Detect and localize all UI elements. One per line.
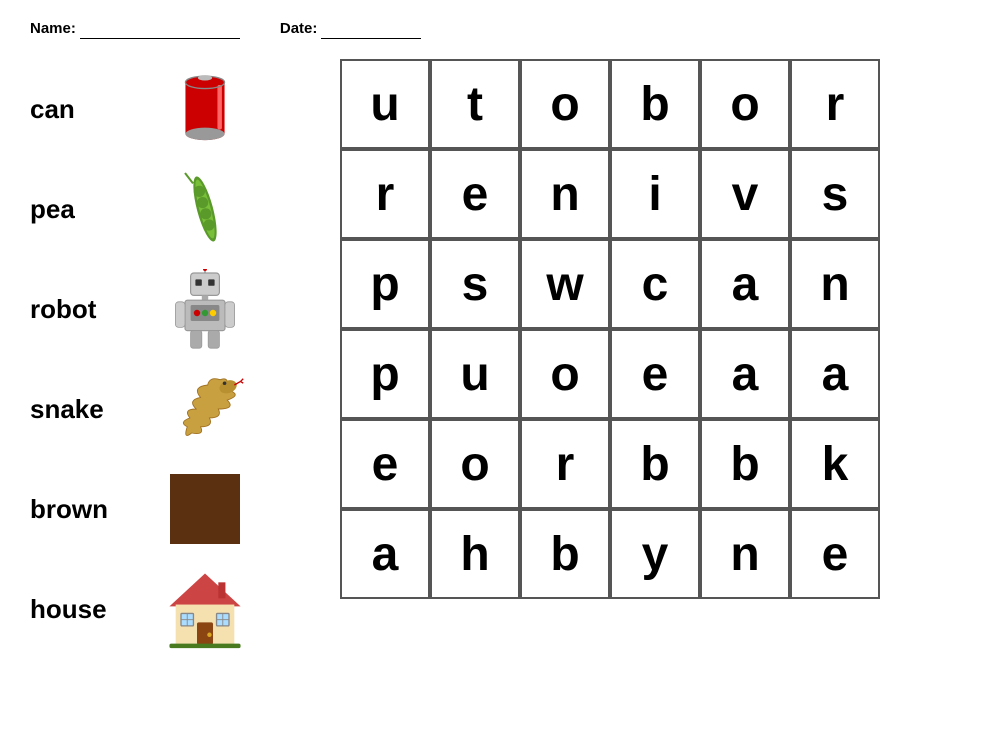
grid-cell-5-4[interactable]: n <box>700 509 790 599</box>
main-content: can <box>30 59 970 659</box>
header: Name: Date: <box>30 20 970 39</box>
grid-cell-5-2[interactable]: b <box>520 509 610 599</box>
word-house: house <box>30 594 150 625</box>
grid-cell-0-3[interactable]: b <box>610 59 700 149</box>
grid-cell-2-0[interactable]: p <box>340 239 430 329</box>
grid-cell-5-3[interactable]: y <box>610 509 700 599</box>
grid-cell-2-3[interactable]: c <box>610 239 700 329</box>
grid-cell-0-0[interactable]: u <box>340 59 430 149</box>
grid-cell-3-1[interactable]: u <box>430 329 520 419</box>
date-label: Date: <box>280 20 318 37</box>
word-search-grid: utoborrenivspswcanpuoeaaeorbbkahbyne <box>340 59 970 599</box>
word-row-pea: pea <box>30 159 310 259</box>
grid-cell-0-1[interactable]: t <box>430 59 520 149</box>
date-line[interactable] <box>321 20 421 39</box>
grid-cell-4-2[interactable]: r <box>520 419 610 509</box>
grid-cell-4-5[interactable]: k <box>790 419 880 509</box>
grid-cell-4-1[interactable]: o <box>430 419 520 509</box>
grid-cell-3-0[interactable]: p <box>340 329 430 419</box>
grid-cell-0-2[interactable]: o <box>520 59 610 149</box>
grid-cell-4-3[interactable]: b <box>610 419 700 509</box>
grid-cell-1-5[interactable]: s <box>790 149 880 239</box>
image-brown <box>150 464 260 554</box>
grid-cell-2-4[interactable]: a <box>700 239 790 329</box>
grid-cell-1-3[interactable]: i <box>610 149 700 239</box>
grid-cell-0-4[interactable]: o <box>700 59 790 149</box>
grid-cell-1-1[interactable]: e <box>430 149 520 239</box>
grid-cell-4-4[interactable]: b <box>700 419 790 509</box>
word-can: can <box>30 94 150 125</box>
grid-cell-1-4[interactable]: v <box>700 149 790 239</box>
grid-cell-3-4[interactable]: a <box>700 329 790 419</box>
word-pea: pea <box>30 194 150 225</box>
grid-cell-1-2[interactable]: n <box>520 149 610 239</box>
page: Name: Date: can <box>0 0 1000 750</box>
image-pea <box>150 164 260 254</box>
grid-cell-1-0[interactable]: r <box>340 149 430 239</box>
date-field: Date: <box>280 20 422 39</box>
grid-cell-2-5[interactable]: n <box>790 239 880 329</box>
grid-cell-3-5[interactable]: a <box>790 329 880 419</box>
grid-cell-5-5[interactable]: e <box>790 509 880 599</box>
image-house <box>150 564 260 654</box>
word-list: can <box>30 59 310 659</box>
name-line[interactable] <box>80 20 240 39</box>
word-row-snake: snake <box>30 359 310 459</box>
grid-cell-0-5[interactable]: r <box>790 59 880 149</box>
word-snake: snake <box>30 394 150 425</box>
word-row-can: can <box>30 59 310 159</box>
grid-cell-2-2[interactable]: w <box>520 239 610 329</box>
word-brown: brown <box>30 494 150 525</box>
grid-cell-3-3[interactable]: e <box>610 329 700 419</box>
grid-cell-5-1[interactable]: h <box>430 509 520 599</box>
name-field: Name: <box>30 20 240 39</box>
word-row-robot: robot <box>30 259 310 359</box>
image-can <box>150 64 260 154</box>
grid-cell-5-0[interactable]: a <box>340 509 430 599</box>
word-robot: robot <box>30 294 150 325</box>
word-row-house: house <box>30 559 310 659</box>
grid-cell-4-0[interactable]: e <box>340 419 430 509</box>
grid-cell-3-2[interactable]: o <box>520 329 610 419</box>
image-snake <box>150 364 260 454</box>
image-robot <box>150 264 260 354</box>
grid-cell-2-1[interactable]: s <box>430 239 520 329</box>
word-row-brown: brown <box>30 459 310 559</box>
name-label: Name: <box>30 20 76 37</box>
